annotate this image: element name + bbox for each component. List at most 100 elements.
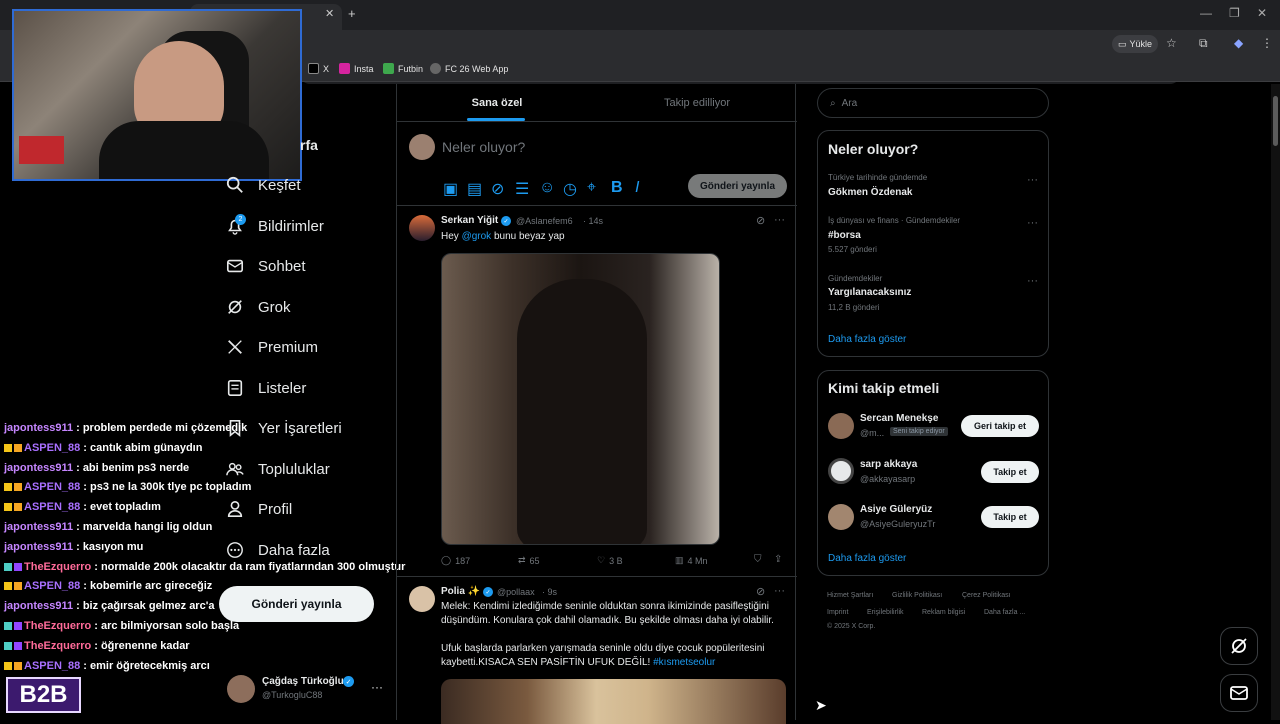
tweet-handle[interactable]: @Aslanefem6 <box>516 216 573 226</box>
x-logo-icon <box>228 340 242 354</box>
compose-post-button[interactable]: Gönderi yayınla <box>688 174 787 198</box>
tweet-avatar[interactable] <box>409 215 435 241</box>
compose-input[interactable]: Neler oluyor? <box>442 139 525 155</box>
minimize-icon[interactable]: — <box>1200 6 1212 20</box>
restore-icon[interactable]: ❐ <box>1229 6 1240 20</box>
share-icon[interactable]: ⇪ <box>774 554 782 565</box>
extensions-icon[interactable]: ⧉ <box>1199 36 1208 51</box>
tweet-time[interactable]: · 14s <box>583 216 603 226</box>
trend-more-icon[interactable]: ··· <box>1027 174 1038 186</box>
scrollbar[interactable] <box>1271 84 1280 720</box>
tweet-author-name[interactable]: Polia ✨ <box>441 586 480 597</box>
tab-following[interactable]: Takip edilliyor <box>597 84 797 122</box>
new-tab-icon[interactable]: + <box>348 6 356 21</box>
footer-cookie-link[interactable]: Çerez Politikası <box>962 592 1011 599</box>
bookmark-action-icon[interactable]: ⛉ <box>754 554 762 565</box>
post-button[interactable]: Gönderi yayınla <box>219 586 374 622</box>
chat-username: ASPEN_88 <box>24 441 81 454</box>
retweet-action[interactable]: ⇄ 65 <box>518 555 540 566</box>
grok-fab[interactable] <box>1220 627 1258 665</box>
follow-button[interactable]: Takip et <box>981 461 1039 483</box>
tweet-more-icon[interactable]: ··· <box>774 214 785 226</box>
tweet-image[interactable] <box>441 253 720 545</box>
footer-accessibility-link[interactable]: Erişilebilirlik <box>867 609 904 616</box>
chat-text: : biz çağırsak gelmez arc'a <box>76 600 215 613</box>
footer-ads-link[interactable]: Reklam bilgisi <box>922 609 965 616</box>
suggestion-avatar[interactable] <box>828 504 854 530</box>
suggestion-avatar[interactable] <box>828 413 854 439</box>
follow-button[interactable]: Takip et <box>981 506 1039 528</box>
grok-explain-icon[interactable]: ⊘ <box>756 214 765 227</box>
gif-icon[interactable]: ▤ <box>467 179 482 198</box>
nav-premium[interactable]: Premium <box>226 338 318 356</box>
show-more-trends-link[interactable]: Daha fazla göster <box>828 334 906 345</box>
bookmark-x[interactable]: X <box>308 63 329 74</box>
suggestion-name[interactable]: sarp akkaya <box>860 459 917 470</box>
chat-text: : problem perdede mi çözemedik <box>76 422 248 434</box>
like-action[interactable]: ♡ 3 B <box>597 555 623 566</box>
nav-chat[interactable]: Sohbet <box>226 257 306 275</box>
tweet-avatar[interactable] <box>409 586 435 612</box>
schedule-icon[interactable]: ◷ <box>563 179 577 198</box>
star-icon[interactable]: ☆ <box>1166 36 1177 50</box>
menu-dots-icon[interactable]: ⋮ <box>1261 36 1273 50</box>
search-bar[interactable]: ⌕ Ara <box>817 88 1049 118</box>
emoji-icon[interactable]: ☺ <box>539 179 555 196</box>
scrollbar-thumb[interactable] <box>1273 96 1278 146</box>
suggestion-avatar[interactable] <box>828 458 854 484</box>
divider <box>397 205 797 206</box>
tweet-author-name[interactable]: Serkan Yiğit <box>441 215 498 226</box>
follow-back-button[interactable]: Geri takip et <box>961 415 1039 437</box>
bookmark-fc26[interactable]: FC 26 Web App <box>430 63 508 74</box>
show-more-follow-link[interactable]: Daha fazla göster <box>828 553 906 564</box>
grok-compose-icon[interactable]: ⊘ <box>491 179 504 198</box>
nav-grok[interactable]: Grok <box>226 298 291 316</box>
trend-item[interactable]: #borsa <box>828 230 861 241</box>
reply-action[interactable]: ◯ 187 <box>441 555 470 566</box>
poll-icon[interactable]: ☰ <box>515 179 529 198</box>
tab-for-you[interactable]: Sana özel <box>397 84 597 122</box>
italic-icon[interactable]: I <box>635 179 647 196</box>
who-to-follow-card: Kimi takip etmeli Sercan Menekşe @m... S… <box>817 370 1049 576</box>
footer-privacy-link[interactable]: Gizlilik Politikası <box>892 592 942 599</box>
bookmark-futbin[interactable]: Futbin <box>383 63 423 74</box>
upload-button[interactable]: ▭ Yükle <box>1112 35 1158 53</box>
trend-item[interactable]: Yargılanacaksınız <box>828 287 911 298</box>
trend-more-icon[interactable]: ··· <box>1027 275 1038 287</box>
trend-more-icon[interactable]: ··· <box>1027 217 1038 229</box>
trend-item[interactable]: Gökmen Özdenak <box>828 187 912 198</box>
tweet-image[interactable] <box>441 679 786 724</box>
mention-link[interactable]: @grok <box>462 231 492 242</box>
chat-username: TheEzquerro <box>24 620 92 632</box>
location-icon[interactable]: ⌖ <box>587 179 599 196</box>
suggestion-name[interactable]: Sercan Menekşe <box>860 413 938 424</box>
nav-lists[interactable]: Listeler <box>226 379 306 397</box>
hashtag-link[interactable]: #kısmetseolur <box>650 657 715 668</box>
profile-shield-icon[interactable]: ◆ <box>1234 36 1243 50</box>
views-action[interactable]: ▥ 4 Mn <box>675 555 708 566</box>
tweet-handle[interactable]: @pollaax <box>497 587 535 597</box>
close-window-icon[interactable]: ✕ <box>1257 6 1267 20</box>
tweet-more-icon[interactable]: ··· <box>774 585 785 597</box>
account-menu-icon[interactable]: ··· <box>371 680 383 694</box>
footer-terms-link[interactable]: Hizmet Şartları <box>827 592 873 599</box>
nav-communities[interactable]: Topluluklar <box>226 460 330 478</box>
footer-more-link[interactable]: Daha fazla ... <box>984 609 1025 616</box>
bookmark-insta[interactable]: Insta <box>339 63 374 74</box>
trends-title: Neler oluyor? <box>828 141 919 157</box>
tweet-time[interactable]: · 9s <box>542 587 557 597</box>
nav-explore[interactable]: Keşfet <box>226 176 301 194</box>
grok-explain-icon[interactable]: ⊘ <box>756 585 765 598</box>
chat-message: ASPEN_88: cantık abim günaydın <box>4 442 202 454</box>
bold-icon[interactable]: B <box>611 179 623 196</box>
suggestion-name[interactable]: Asiye Güleryüz <box>860 504 932 515</box>
messages-fab[interactable] <box>1220 674 1258 712</box>
nav-profile[interactable]: Profil <box>226 500 292 518</box>
tab-close-icon[interactable]: ✕ <box>325 7 334 20</box>
image-icon[interactable]: ▣ <box>443 179 458 198</box>
search-input[interactable]: Ara <box>842 98 858 109</box>
image-figure <box>517 279 647 544</box>
nav-more[interactable]: Daha fazla <box>226 541 330 559</box>
footer-imprint-link[interactable]: Imprint <box>827 609 848 616</box>
account-avatar[interactable] <box>227 675 255 703</box>
